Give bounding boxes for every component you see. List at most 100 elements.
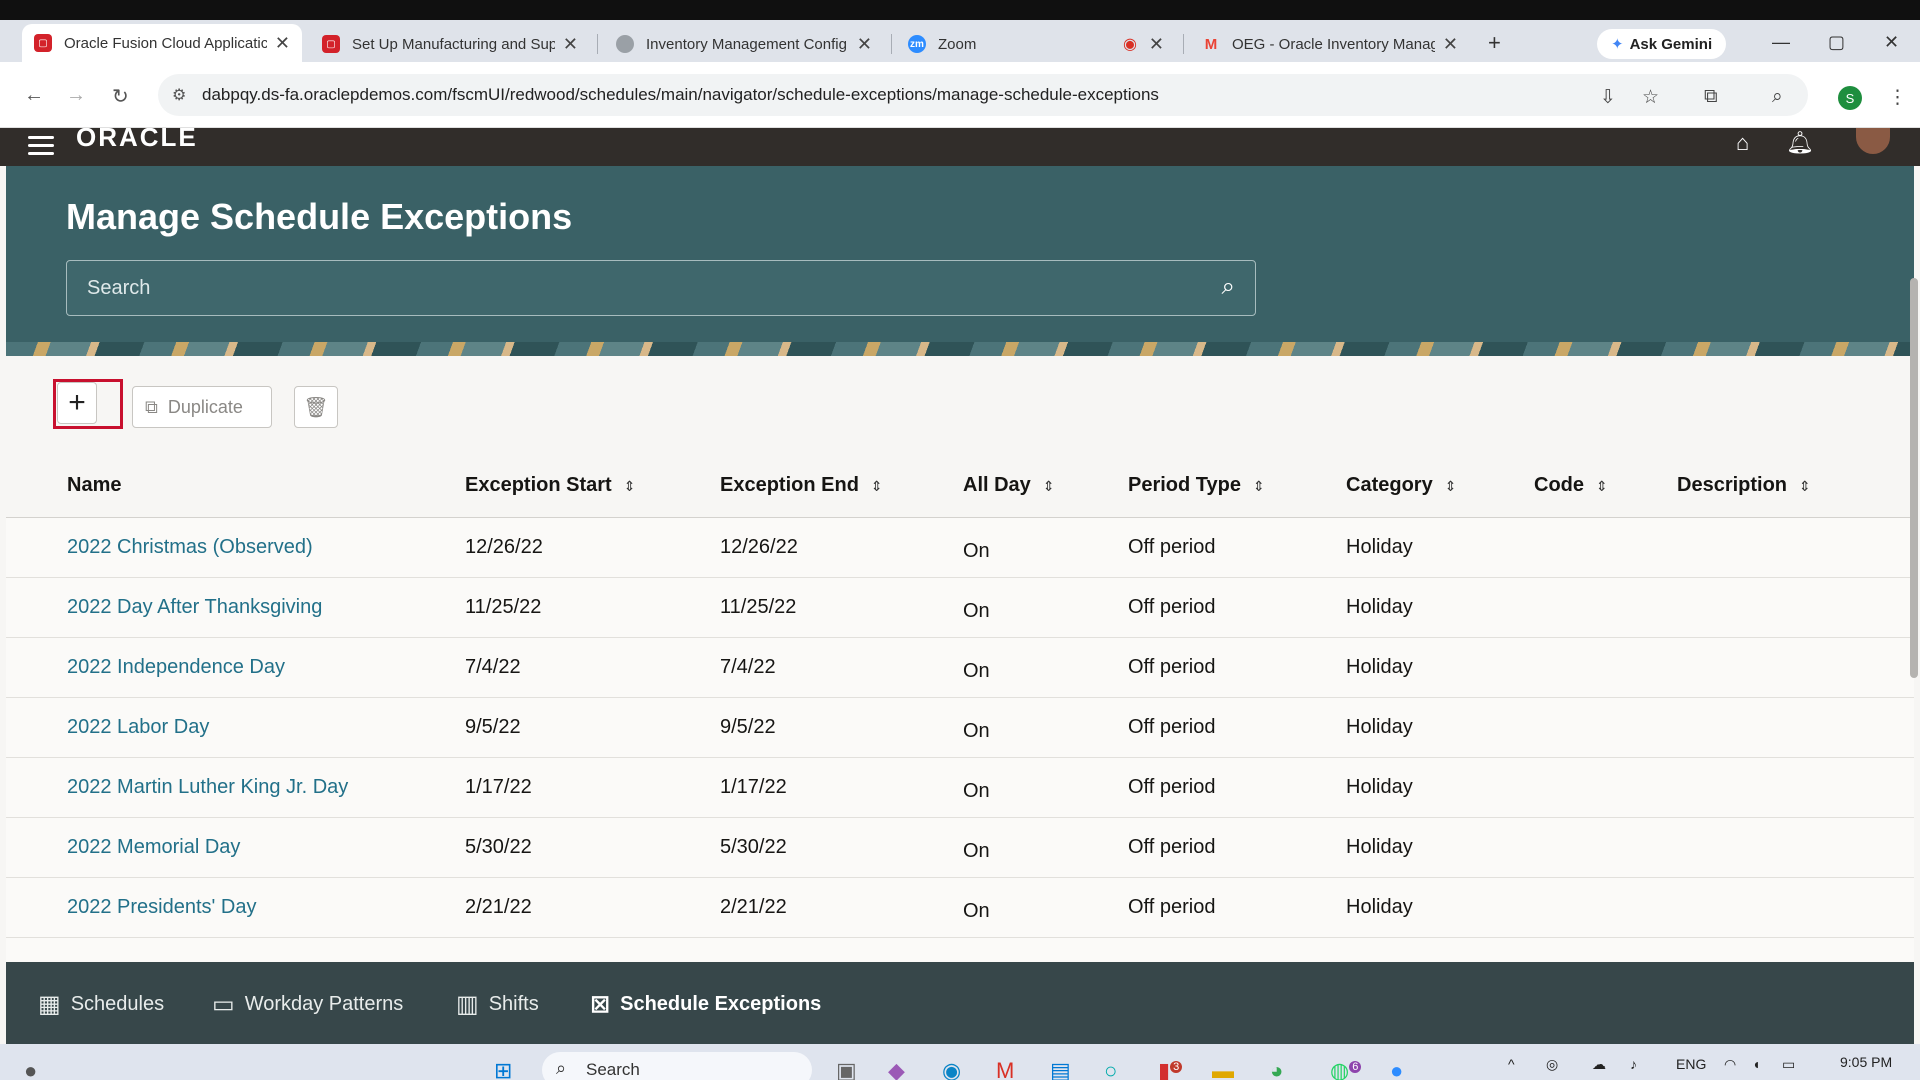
close-tab-icon[interactable]: ✕ [857,34,872,55]
tray-icon[interactable]: ◎ [1546,1056,1558,1073]
exception-name-link[interactable]: 2022 Martin Luther King Jr. Day [67,776,348,799]
close-tab-icon[interactable]: ✕ [563,34,578,55]
sort-icon[interactable]: ⇕ [1253,478,1265,494]
sort-icon[interactable]: ⇕ [1596,478,1608,494]
notifications-bell-icon[interactable]: 🔔︎ [1786,130,1814,156]
widgets-icon[interactable]: ● [24,1058,37,1080]
category: Holiday [1346,656,1413,678]
table-row[interactable]: 2022 Martin Luther King Jr. Day 1/17/22 … [6,758,1914,818]
tray-chevron-icon[interactable]: ^ [1508,1056,1515,1072]
column-header-code[interactable]: Code ⇕ [1534,474,1608,497]
delete-button[interactable]: 🗑︎ [294,386,338,428]
category: Holiday [1346,836,1413,858]
column-header-period-type[interactable]: Period Type ⇕ [1128,474,1265,497]
sort-icon[interactable]: ⇕ [1799,478,1811,494]
close-tab-icon[interactable]: ✕ [1149,34,1164,55]
extensions-icon[interactable]: ⧉ [1704,86,1718,108]
tab-search-icon[interactable]: ⌕ [1772,86,1783,108]
exception-end: 9/5/22 [720,716,776,738]
mail-app-icon[interactable]: ▮ 3 [1158,1058,1183,1080]
mail-badge: 3 [1170,1060,1183,1073]
search-input[interactable]: Search ⌕ [66,260,1256,316]
reload-icon[interactable]: ↻ [112,84,129,109]
exception-start: 9/5/22 [465,716,521,738]
sort-icon[interactable]: ⇕ [1043,478,1055,494]
exception-name-link[interactable]: 2022 Memorial Day [67,836,240,859]
taskbar-search[interactable]: ⌕ Search [542,1052,812,1080]
close-tab-icon[interactable]: ✕ [1443,34,1458,55]
exception-name-link[interactable]: 2022 Presidents' Day [67,896,256,919]
url-field[interactable]: ⚙ dabpqy.ds-fa.oraclepdemos.com/fscmUI/r… [158,74,1808,116]
column-header-description[interactable]: Description ⇕ [1677,474,1811,497]
tab-setup-manufacturing[interactable]: ▢ Set Up Manufacturing and Sup ✕ [310,26,590,62]
nav-schedule-exceptions[interactable]: ⊠ Schedule Exceptions [590,990,821,1019]
zoom-taskbar-icon[interactable]: ● [1390,1058,1403,1080]
column-header-exception-start[interactable]: Exception Start ⇕ [465,474,635,497]
wifi-icon[interactable]: ◠ [1724,1056,1736,1073]
page-scrollbar[interactable] [1910,278,1918,678]
forward-arrow-icon[interactable]: → [66,84,86,107]
browser-menu-icon[interactable]: ⋮ [1888,86,1907,109]
nav-schedules[interactable]: ▦ Schedules [38,990,164,1019]
home-icon[interactable]: ⌂ [1736,130,1749,156]
table-row[interactable]: 2022 Christmas (Observed) 12/26/22 12/26… [6,518,1914,578]
volume-icon[interactable]: ◖ [1752,1056,1760,1072]
duplicate-button[interactable]: ⧉ Duplicate [132,386,272,428]
table-row[interactable]: 2022 Day After Thanksgiving 11/25/22 11/… [6,578,1914,638]
tab-zoom[interactable]: zm Zoom ◉ ✕ [896,26,1176,62]
close-tab-icon[interactable]: ✕ [275,33,290,54]
language-indicator[interactable]: ENG [1676,1056,1706,1072]
table-row[interactable]: 2022 Labor Day 9/5/22 9/5/22 On Off peri… [6,698,1914,758]
column-header-all-day[interactable]: All Day ⇕ [963,474,1055,497]
search-icon[interactable]: ⌕ [1222,273,1235,301]
nav-workday-patterns[interactable]: ▭ Workday Patterns [212,990,403,1019]
table-row[interactable]: 2022 Presidents' Day 2/21/22 2/21/22 On … [6,878,1914,938]
maximize-window-icon[interactable]: ▢ [1828,32,1845,53]
exception-end: 1/17/22 [720,776,787,798]
category: Holiday [1346,716,1413,738]
file-explorer-icon[interactable]: ▬ [1212,1058,1234,1080]
sort-icon[interactable]: ⇕ [624,478,636,494]
user-avatar[interactable] [1856,128,1890,154]
store-icon[interactable]: ▤ [1050,1058,1071,1080]
exception-start: 1/17/22 [465,776,532,798]
bookmark-star-icon[interactable]: ☆ [1642,86,1659,109]
exception-name-link[interactable]: 2022 Day After Thanksgiving [67,596,322,619]
close-window-icon[interactable]: ✕ [1884,32,1899,53]
exception-name-link[interactable]: 2022 Christmas (Observed) [67,536,313,559]
nav-shifts[interactable]: ▥ Shifts [456,990,539,1019]
exception-name-link[interactable]: 2022 Independence Day [67,656,285,679]
tab-inventory-config[interactable]: Inventory Management Config ✕ [604,26,884,62]
battery-icon[interactable]: ▭ [1782,1056,1795,1073]
new-tab-button[interactable]: + [1488,30,1501,56]
table-row[interactable]: 2022 Memorial Day 5/30/22 5/30/22 On Off… [6,818,1914,878]
tab-oeg-gmail[interactable]: M OEG - Oracle Inventory Manag ✕ [1190,26,1470,62]
install-app-icon[interactable]: ⇩ [1600,86,1616,109]
edge-icon[interactable]: ◉ [942,1058,961,1080]
tab-title: OEG - Oracle Inventory Manag [1232,35,1435,53]
copilot-icon[interactable]: ◆ [888,1058,905,1080]
back-arrow-icon[interactable]: ← [24,84,44,107]
exception-name-link[interactable]: 2022 Labor Day [67,716,209,739]
hamburger-menu-icon[interactable] [28,136,54,156]
minimize-window-icon[interactable]: — [1772,32,1790,53]
chrome-taskbar-icon[interactable]: ◕ [1270,1058,1283,1080]
profile-avatar[interactable]: S [1838,86,1862,110]
whatsapp-icon[interactable]: ◍ 6 [1330,1058,1362,1080]
windows-start-icon[interactable]: ⊞ [494,1058,512,1080]
clock[interactable]: 9:05 PM [1840,1054,1892,1070]
onedrive-icon[interactable]: ☁ [1592,1056,1606,1073]
mic-icon[interactable]: ♪ [1630,1056,1637,1072]
task-view-icon[interactable]: ▣ [836,1058,857,1080]
gmail-app-icon[interactable]: M [996,1058,1014,1080]
column-header-exception-end[interactable]: Exception End ⇕ [720,474,883,497]
add-button-highlight [53,379,123,429]
tab-oracle-fusion[interactable]: ▢ Oracle Fusion Cloud Applicatic ✕ [22,24,302,62]
ask-gemini-button[interactable]: ✦ Ask Gemini [1597,29,1727,59]
sort-icon[interactable]: ⇕ [1445,478,1457,494]
column-header-category[interactable]: Category ⇕ [1346,474,1456,497]
sort-icon[interactable]: ⇕ [871,478,883,494]
cortana-icon[interactable]: ○ [1104,1058,1117,1080]
site-info-icon[interactable]: ⚙ [172,85,186,105]
table-row[interactable]: 2022 Independence Day 7/4/22 7/4/22 On O… [6,638,1914,698]
